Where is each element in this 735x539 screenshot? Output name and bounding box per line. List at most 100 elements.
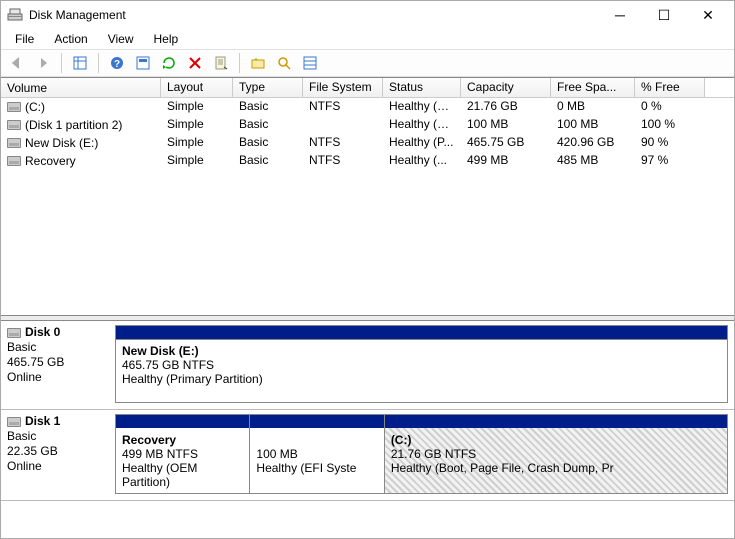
title-bar: Disk Management ─ ☐ ✕: [1, 1, 734, 29]
refresh-icon[interactable]: [157, 51, 181, 75]
cell-status: Healthy (E...: [383, 116, 461, 134]
minimize-button[interactable]: ─: [598, 1, 642, 29]
disk-name: Disk 1: [25, 414, 60, 429]
volume-list[interactable]: Volume Layout Type File System Status Ca…: [1, 77, 734, 170]
cell-type: Basic: [233, 116, 303, 134]
drive-icon: [7, 102, 21, 112]
disk-icon: [7, 417, 21, 427]
drive-icon: [7, 156, 21, 166]
cell-capacity: 100 MB: [461, 116, 551, 134]
col-status[interactable]: Status: [383, 78, 461, 97]
cell-layout: Simple: [161, 98, 233, 116]
partition[interactable]: (C:)21.76 GB NTFSHealthy (Boot, Page Fil…: [385, 414, 727, 493]
cell-filesystem: [303, 116, 383, 134]
disk-type: Basic: [7, 429, 107, 444]
cell-freespace: 0 MB: [551, 98, 635, 116]
partition-title: New Disk (E:): [122, 344, 721, 358]
disk-type: Basic: [7, 340, 107, 355]
cell-capacity: 21.76 GB: [461, 98, 551, 116]
help-icon[interactable]: ?: [105, 51, 129, 75]
cell-pctfree: 100 %: [635, 116, 705, 134]
volume-row[interactable]: Recovery SimpleBasicNTFSHealthy (...499 M…: [1, 152, 734, 170]
volume-name: Recovery: [25, 154, 76, 168]
disk-row: Disk 1Basic22.35 GBOnlineRecovery499 MB …: [1, 410, 734, 501]
drive-icon: [7, 120, 21, 130]
scan-icon[interactable]: [272, 51, 296, 75]
disk-map: Recovery499 MB NTFSHealthy (OEM Partitio…: [115, 414, 728, 494]
partition-status: Healthy (EFI Syste: [256, 461, 377, 475]
volume-row[interactable]: (C:)SimpleBasicNTFSHealthy (B...21.76 GB…: [1, 98, 734, 116]
disk-state: Online: [7, 459, 107, 474]
back-button[interactable]: [5, 51, 29, 75]
volume-row[interactable]: New Disk (E:)SimpleBasicNTFSHealthy (P..…: [1, 134, 734, 152]
show-hide-console-icon[interactable]: [68, 51, 92, 75]
cell-freespace: 485 MB: [551, 152, 635, 170]
cell-pctfree: 90 %: [635, 134, 705, 152]
cell-filesystem: NTFS: [303, 152, 383, 170]
cell-capacity: 465.75 GB: [461, 134, 551, 152]
partition-status: Healthy (Boot, Page File, Crash Dump, Pr: [391, 461, 721, 475]
toolbar-separator: [98, 53, 99, 73]
col-freespace[interactable]: Free Spa...: [551, 78, 635, 97]
disk-info[interactable]: Disk 1Basic22.35 GBOnline: [7, 414, 107, 494]
partition[interactable]: New Disk (E:)465.75 GB NTFSHealthy (Prim…: [116, 340, 727, 402]
col-filesystem[interactable]: File System: [303, 78, 383, 97]
properties-icon[interactable]: [209, 51, 233, 75]
disk-size: 22.35 GB: [7, 444, 107, 459]
disk-map-body: Recovery499 MB NTFSHealthy (OEM Partitio…: [115, 414, 728, 494]
cell-status: Healthy (...: [383, 152, 461, 170]
menu-view[interactable]: View: [100, 31, 142, 47]
col-volume[interactable]: Volume: [1, 78, 161, 97]
volume-list-pane: Volume Layout Type File System Status Ca…: [1, 77, 734, 315]
cell-freespace: 100 MB: [551, 116, 635, 134]
toolbar-separator: [239, 53, 240, 73]
app-icon: [7, 7, 23, 23]
new-volume-icon[interactable]: [246, 51, 270, 75]
cell-pctfree: 97 %: [635, 152, 705, 170]
cell-capacity: 499 MB: [461, 152, 551, 170]
drive-icon: [7, 138, 21, 148]
disk-state: Online: [7, 370, 107, 385]
disk-map: New Disk (E:)465.75 GB NTFSHealthy (Prim…: [115, 325, 728, 403]
disk-map-pane: Disk 0Basic465.75 GBOnlineNew Disk (E:)4…: [1, 321, 734, 537]
partition-subtitle: 465.75 GB NTFS: [122, 358, 721, 372]
disk-map-header: [115, 325, 728, 339]
maximize-button[interactable]: ☐: [642, 1, 686, 29]
partition-header: [250, 414, 384, 428]
col-capacity[interactable]: Capacity: [461, 78, 551, 97]
volume-list-header: Volume Layout Type File System Status Ca…: [1, 78, 734, 98]
col-layout[interactable]: Layout: [161, 78, 233, 97]
partition[interactable]: Recovery499 MB NTFSHealthy (OEM Partitio…: [116, 414, 250, 493]
volume-name: (C:): [25, 100, 45, 114]
delete-icon[interactable]: [183, 51, 207, 75]
cell-status: Healthy (B...: [383, 98, 461, 116]
col-pctfree[interactable]: % Free: [635, 78, 705, 97]
close-button[interactable]: ✕: [686, 1, 730, 29]
menu-action[interactable]: Action: [46, 31, 95, 47]
partition[interactable]: 100 MBHealthy (EFI Syste: [250, 414, 384, 493]
col-type[interactable]: Type: [233, 78, 303, 97]
toolbar-separator: [61, 53, 62, 73]
disk-info[interactable]: Disk 0Basic465.75 GBOnline: [7, 325, 107, 403]
partition-subtitle: 499 MB NTFS: [122, 447, 243, 461]
cell-type: Basic: [233, 152, 303, 170]
partition-title: Recovery: [122, 433, 243, 447]
settings-icon[interactable]: [131, 51, 155, 75]
svg-text:?: ?: [114, 59, 120, 70]
menu-help[interactable]: Help: [146, 31, 187, 47]
cell-layout: Simple: [161, 152, 233, 170]
list-view-icon[interactable]: [298, 51, 322, 75]
partition-status: Healthy (OEM Partition): [122, 461, 243, 489]
cell-filesystem: NTFS: [303, 98, 383, 116]
partition-subtitle: 100 MB: [256, 447, 377, 461]
disk-name: Disk 0: [25, 325, 60, 340]
volume-row[interactable]: (Disk 1 partition 2)SimpleBasicHealthy (…: [1, 116, 734, 134]
cell-type: Basic: [233, 134, 303, 152]
cell-layout: Simple: [161, 134, 233, 152]
disk-row: Disk 0Basic465.75 GBOnlineNew Disk (E:)4…: [1, 321, 734, 410]
partition-subtitle: 21.76 GB NTFS: [391, 447, 721, 461]
menu-file[interactable]: File: [7, 31, 42, 47]
menu-bar: File Action View Help: [1, 29, 734, 49]
forward-button[interactable]: [31, 51, 55, 75]
cell-status: Healthy (P...: [383, 134, 461, 152]
